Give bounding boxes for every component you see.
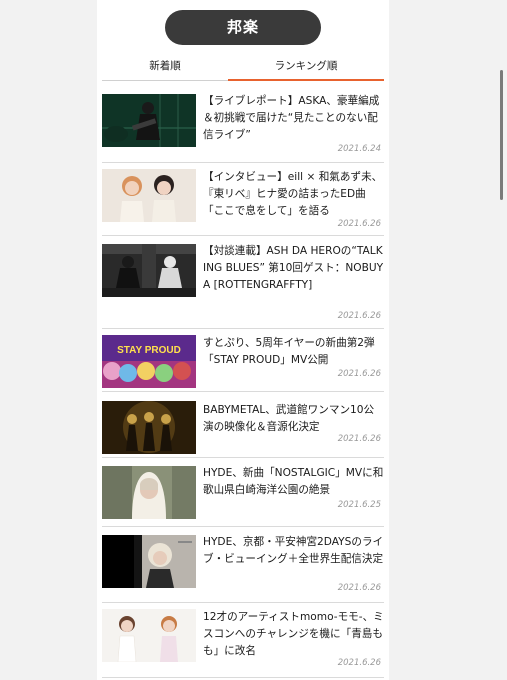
article-headline[interactable]: BABYMETAL、武道館ワンマン10公演の映像化＆音源化決定	[203, 402, 384, 436]
article-item[interactable]: 【ライブレポート】ASKA、豪華編成＆初挑戦で届けた“見たことのない配信ライブ”…	[102, 91, 384, 163]
article-date: 2021.6.25	[337, 500, 381, 510]
article-headline[interactable]: 【インタビュー】eill × 和氣あず未、『東リべ』ヒナ愛の詰まったED曲「ここ…	[203, 169, 384, 220]
article-item[interactable]: STAY PROUD すとぷり、5周年イヤーの新曲第2弾「STAY PROUD」…	[102, 329, 384, 392]
article-thumbnail	[102, 94, 196, 147]
article-item[interactable]: 【インタビュー】eill × 和氣あず未、『東リべ』ヒナ愛の詰まったED曲「ここ…	[102, 163, 384, 236]
article-date: 2021.6.26	[337, 369, 381, 379]
article-thumbnail	[102, 169, 196, 222]
article-list-page: 邦楽 新着順 ランキング順 【ライブレポート】ASKA、豪華編成＆初挑戦で届けた…	[97, 0, 389, 680]
article-item[interactable]: BABYMETAL、武道館ワンマン10公演の映像化＆音源化決定 2021.6.2…	[102, 392, 384, 458]
article-date: 2021.6.24	[337, 144, 381, 154]
sort-tabs: 新着順 ランキング順	[102, 52, 384, 82]
article-headline[interactable]: すとぷり、5周年イヤーの新曲第2弾「STAY PROUD」MV公開	[203, 335, 384, 369]
article-headline[interactable]: 12才のアーティストmomo-モモ-、ミスコンへのチャレンジを機に「青島もも」に…	[203, 609, 384, 660]
article-thumbnail: STAY PROUD	[102, 335, 196, 388]
article-headline[interactable]: 【対談連載】ASH DA HEROの“TALKING BLUES” 第10回ゲス…	[203, 243, 384, 294]
category-title-pill: 邦楽	[165, 10, 321, 45]
tab-newest[interactable]: 新着順	[102, 52, 228, 80]
article-date: 2021.6.26	[337, 311, 381, 321]
article-headline[interactable]: 【ライブレポート】ASKA、豪華編成＆初挑戦で届けた“見たことのない配信ライブ”	[203, 93, 384, 144]
article-item[interactable]: HYDE、京都・平安神宮2DAYSのライブ・ビューイング＋全世界生配信決定 20…	[102, 527, 384, 603]
article-thumbnail	[102, 401, 196, 454]
article-thumbnail	[102, 609, 196, 662]
article-item[interactable]: 12才のアーティストmomo-モモ-、ミスコンへのチャレンジを機に「青島もも」に…	[102, 603, 384, 678]
article-date: 2021.6.26	[337, 658, 381, 668]
tab-ranking[interactable]: ランキング順	[228, 52, 384, 80]
tab-active-indicator	[228, 79, 384, 81]
article-thumbnail	[102, 535, 196, 588]
article-thumbnail	[102, 466, 196, 519]
article-headline[interactable]: HYDE、新曲「NOSTALGIC」MVに和歌山県白崎海洋公園の絶景	[203, 465, 384, 499]
article-item[interactable]: HYDE、新曲「NOSTALGIC」MVに和歌山県白崎海洋公園の絶景 2021.…	[102, 458, 384, 527]
article-thumbnail	[102, 244, 196, 297]
scrollbar-thumb[interactable]	[500, 70, 503, 200]
thumbnail-logo-text: STAY PROUD	[117, 345, 181, 356]
article-date: 2021.6.26	[337, 434, 381, 444]
article-date: 2021.6.26	[337, 583, 381, 593]
article-date: 2021.6.26	[337, 219, 381, 229]
article-headline[interactable]: HYDE、京都・平安神宮2DAYSのライブ・ビューイング＋全世界生配信決定	[203, 534, 384, 568]
article-item[interactable]: 【対談連載】ASH DA HEROの“TALKING BLUES” 第10回ゲス…	[102, 236, 384, 329]
